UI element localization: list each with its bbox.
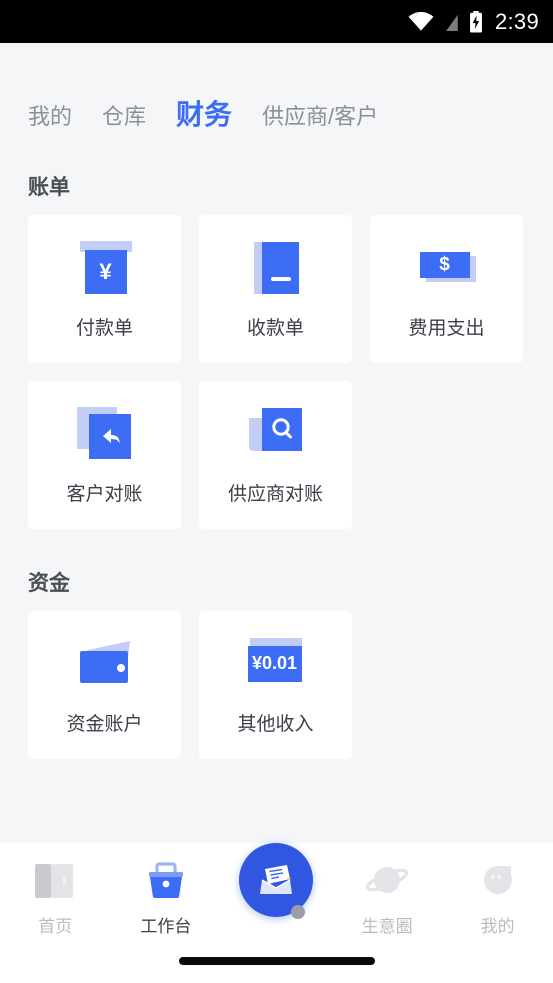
card-label: 其他收入 (237, 713, 314, 735)
wallet-icon (74, 635, 136, 693)
profile-icon (473, 859, 523, 903)
business-circle-icon (362, 859, 412, 903)
compose-fab-button[interactable] (229, 843, 324, 919)
card-supplier-reconciliation[interactable]: 供应商对账 (199, 381, 352, 529)
card-label: 资金账户 (66, 713, 143, 735)
nav-item-business-circle[interactable]: 生意圈 (340, 859, 435, 937)
card-label: 供应商对账 (227, 483, 323, 505)
payment-voucher-icon: ¥ (74, 239, 136, 297)
phone-screen: 2:39 我的 仓库 财务 供应商/客户 账单 ¥ 付款单 收款单 $ 费用支出… (0, 0, 553, 983)
nav-label: 工作台 (140, 917, 192, 936)
status-bar: 2:39 (0, 0, 553, 43)
battery-charging-icon (469, 10, 483, 33)
content-area: 我的 仓库 财务 供应商/客户 账单 ¥ 付款单 收款单 $ 费用支出 客户对账… (0, 43, 553, 843)
home-indicator[interactable] (178, 957, 375, 965)
card-expense[interactable]: $ 费用支出 (370, 215, 523, 363)
nav-item-profile[interactable]: 我的 (450, 859, 545, 937)
top-tab-bar: 我的 仓库 财务 供应商/客户 (0, 43, 553, 133)
tab-warehouse[interactable]: 仓库 (102, 99, 146, 131)
fab-circle[interactable] (239, 843, 314, 919)
nav-label: 我的 (480, 917, 515, 936)
tab-finance[interactable]: 财务 (176, 93, 232, 133)
card-label: 收款单 (246, 317, 304, 339)
section-title-funds: 资金 (28, 572, 70, 595)
nav-label: 首页 (38, 917, 73, 936)
home-icon (30, 859, 80, 903)
other-income-amount: ¥0.01 (251, 653, 298, 673)
supplier-reconciliation-icon (245, 405, 307, 463)
card-other-income[interactable]: ¥0.01 其他收入 (199, 611, 352, 759)
compose-document-icon (260, 865, 293, 894)
funds-card-grid: 资金账户 ¥0.01 其他收入 (0, 611, 553, 759)
card-label: 客户对账 (66, 483, 143, 505)
card-customer-reconciliation[interactable]: 客户对账 (28, 381, 181, 529)
nav-item-workbench[interactable]: 工作台 (118, 859, 213, 937)
status-bar-time: 2:39 (494, 8, 539, 34)
receipt-voucher-icon (245, 239, 307, 297)
tab-mine[interactable]: 我的 (28, 99, 72, 131)
other-income-icon: ¥0.01 (245, 635, 307, 693)
nav-item-home[interactable]: 首页 (8, 859, 103, 937)
nav-label: 生意圈 (361, 917, 413, 936)
fab-badge-dot (291, 905, 306, 919)
card-payment-voucher[interactable]: ¥ 付款单 (28, 215, 181, 363)
card-receipt-voucher[interactable]: 收款单 (199, 215, 352, 363)
card-label: 费用支出 (408, 317, 485, 339)
wifi-icon (408, 11, 434, 32)
customer-reconciliation-icon (74, 405, 136, 463)
card-fund-account[interactable]: 资金账户 (28, 611, 181, 759)
signal-off-icon (443, 11, 460, 32)
tab-supplier-customer[interactable]: 供应商/客户 (262, 99, 378, 131)
section-title-bills: 账单 (28, 176, 70, 199)
card-label: 付款单 (75, 317, 133, 339)
bills-card-grid: ¥ 付款单 收款单 $ 费用支出 客户对账 供应商对账 (0, 215, 553, 529)
expense-banknote-icon: $ (416, 239, 478, 297)
workbench-icon (141, 859, 191, 903)
